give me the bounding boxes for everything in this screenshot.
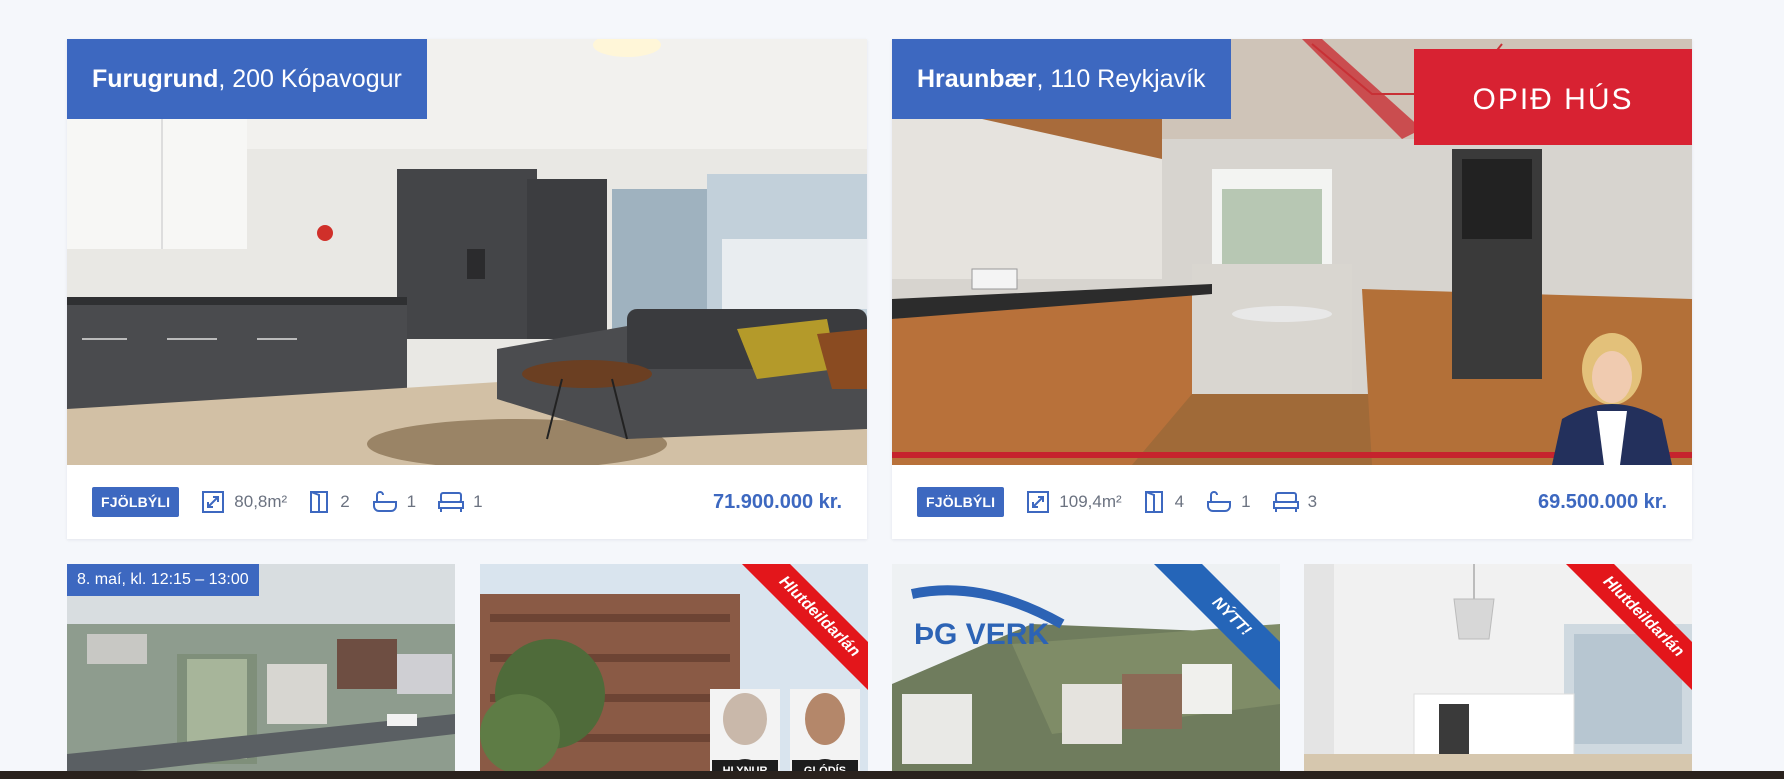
listing-locality: , 110 Reykjavík (1036, 64, 1206, 93)
area-icon (202, 491, 225, 513)
door-icon (310, 491, 329, 513)
area-value: 80,8m² (234, 492, 288, 511)
bedrooms-value: 1 (473, 492, 483, 511)
rooms-value: 4 (1174, 492, 1185, 511)
rooms-stat: 2 (309, 490, 350, 514)
aerial-city-photo (67, 564, 455, 779)
area-value: 109,4m² (1059, 492, 1122, 511)
open-house-date-tag: 8. maí, kl. 12:15 – 13:00 (67, 564, 259, 596)
area-stat: 109,4m² (1026, 490, 1122, 514)
bed-icon (438, 492, 465, 512)
listing-details: FJÖLBÝLI 109,4m² 4 1 3 69.500.000 kr. (892, 465, 1692, 539)
open-house-overlay: OPIÐ HÚS (1472, 83, 1633, 116)
bathrooms-stat: 1 (372, 490, 416, 514)
bathrooms-stat: 1 (1206, 490, 1251, 514)
listing-street: Furugrund (92, 64, 219, 93)
door-icon (1144, 491, 1163, 513)
property-type-badge: FJÖLBÝLI (917, 487, 1005, 517)
listing-card-apartments[interactable]: HLYNUR GLÓDÍS Hlutdeildarlán (480, 564, 868, 779)
listing-title[interactable]: Hraunbær, 110 Reykjavík (892, 39, 1231, 119)
listing-card-furugrund[interactable]: Furugrund, 200 Kópavogur FJÖLBÝLI 80,8m²… (67, 39, 867, 539)
listing-street: Hraunbær (917, 64, 1037, 93)
area-stat: 80,8m² (201, 490, 287, 514)
area-icon (1027, 491, 1050, 513)
listing-price: 69.500.000 kr. (1537, 490, 1667, 513)
rooms-value: 2 (340, 492, 350, 511)
listing-title[interactable]: Furugrund, 200 Kópavogur (67, 39, 427, 119)
listing-card-hraunbaer[interactable]: OPIÐ HÚS Hraunbær, 110 Reykjavík FJÖLBÝL… (892, 39, 1692, 539)
listing-card-new-development[interactable]: ÞG VERK NÝTT! (892, 564, 1280, 779)
listing-card-interior[interactable]: Hlutdeildarlán (1304, 564, 1692, 779)
property-type-badge: FJÖLBÝLI (92, 487, 180, 517)
rooms-stat: 4 (1144, 490, 1184, 514)
builder-logo-text: ÞG VERK (914, 618, 1049, 651)
bathtub-icon (372, 491, 397, 512)
bedrooms-value: 3 (1307, 492, 1318, 511)
bathrooms-value: 1 (406, 492, 417, 511)
bedrooms-stat: 1 (438, 490, 483, 514)
bed-icon (1272, 492, 1299, 512)
bathtub-icon (1207, 491, 1232, 512)
bathrooms-value: 1 (1241, 492, 1251, 511)
listing-locality: , 200 Kópavogur (218, 64, 402, 93)
listing-card-aerial[interactable]: 8. maí, kl. 12:15 – 13:00 (67, 564, 455, 779)
bottom-bar (0, 771, 1784, 779)
listing-price: 71.900.000 kr. (712, 490, 842, 513)
listing-details: FJÖLBÝLI 80,8m² 2 1 1 71.900.000 kr. (67, 465, 867, 539)
bedrooms-stat: 3 (1272, 490, 1318, 514)
